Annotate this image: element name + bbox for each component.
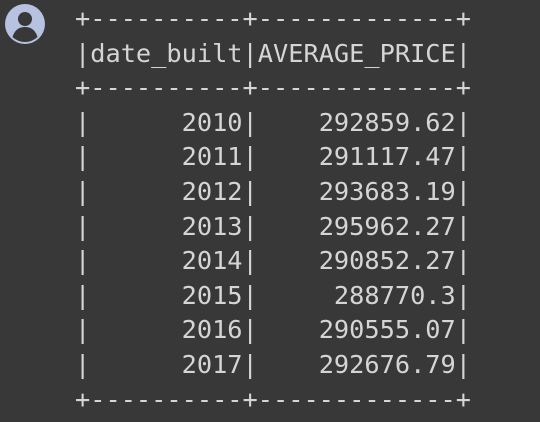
column-separator: | [242,142,258,172]
table-row: | 2010| 292859.62| [75,106,471,141]
cell-average-price: 290555.07 [257,315,456,345]
column-separator: | [75,246,91,276]
column-separator: | [242,38,258,68]
border-text: +----------+-------------+ [75,73,471,103]
column-separator: | [75,211,91,241]
column-separator: | [242,176,258,206]
column-separator: | [75,315,91,345]
cell-average-price: 293683.19 [257,176,456,206]
border-text: +----------+-------------+ [75,384,471,414]
border-text: +----------+-------------+ [75,4,471,33]
table-row: | 2011| 291117.47| [75,140,471,175]
cell-average-price: 295962.27 [257,211,456,241]
cell-date-built: 2013 [90,211,243,241]
table-row: | 2016| 290555.07| [75,313,471,348]
column-separator: | [455,107,472,137]
column-separator: | [75,349,91,379]
table-row: | 2015| 288770.3| [75,279,471,314]
output-table: +----------+-------------+ |date_built|AV… [75,2,471,417]
column-header: date_built [90,38,243,68]
cell-average-price: 292676.79 [257,349,456,379]
column-separator: | [242,349,258,379]
column-separator: | [75,107,91,137]
column-separator: | [75,38,91,68]
table-header-row: |date_built|AVERAGE_PRICE| [75,37,471,72]
cell-date-built: 2016 [90,315,243,345]
cell-average-price: 288770.3 [257,280,456,310]
column-separator: | [455,142,472,172]
table-border-bottom: +----------+-------------+ [75,383,471,418]
cell-average-price: 292859.62 [257,107,456,137]
column-separator: | [455,349,472,379]
column-separator: | [242,107,258,137]
column-separator: | [455,315,472,345]
user-avatar-icon [5,4,45,44]
cell-date-built: 2011 [90,142,243,172]
column-separator: | [242,246,258,276]
table-border-header: +----------+-------------+ [75,71,471,106]
column-separator: | [455,38,472,68]
table-row: | 2012| 293683.19| [75,175,471,210]
table-row: | 2014| 290852.27| [75,244,471,279]
column-separator: | [242,211,258,241]
cell-date-built: 2010 [90,107,243,137]
column-separator: | [455,176,472,206]
column-separator: | [242,315,258,345]
cell-average-price: 290852.27 [257,246,456,276]
column-separator: | [455,280,472,310]
column-header: AVERAGE_PRICE [257,38,456,68]
cell-date-built: 2014 [90,246,243,276]
column-separator: | [75,142,91,172]
cell-date-built: 2017 [90,349,243,379]
column-separator: | [242,280,258,310]
table-row: | 2013| 295962.27| [75,210,471,245]
column-separator: | [455,211,472,241]
column-separator: | [455,246,472,276]
column-separator: | [75,280,91,310]
column-separator: | [75,176,91,206]
table-row: | 2017| 292676.79| [75,348,471,383]
table-border-top: +----------+-------------+ [75,2,471,37]
cell-date-built: 2012 [90,176,243,206]
cell-date-built: 2015 [90,280,243,310]
cell-average-price: 291117.47 [257,142,456,172]
